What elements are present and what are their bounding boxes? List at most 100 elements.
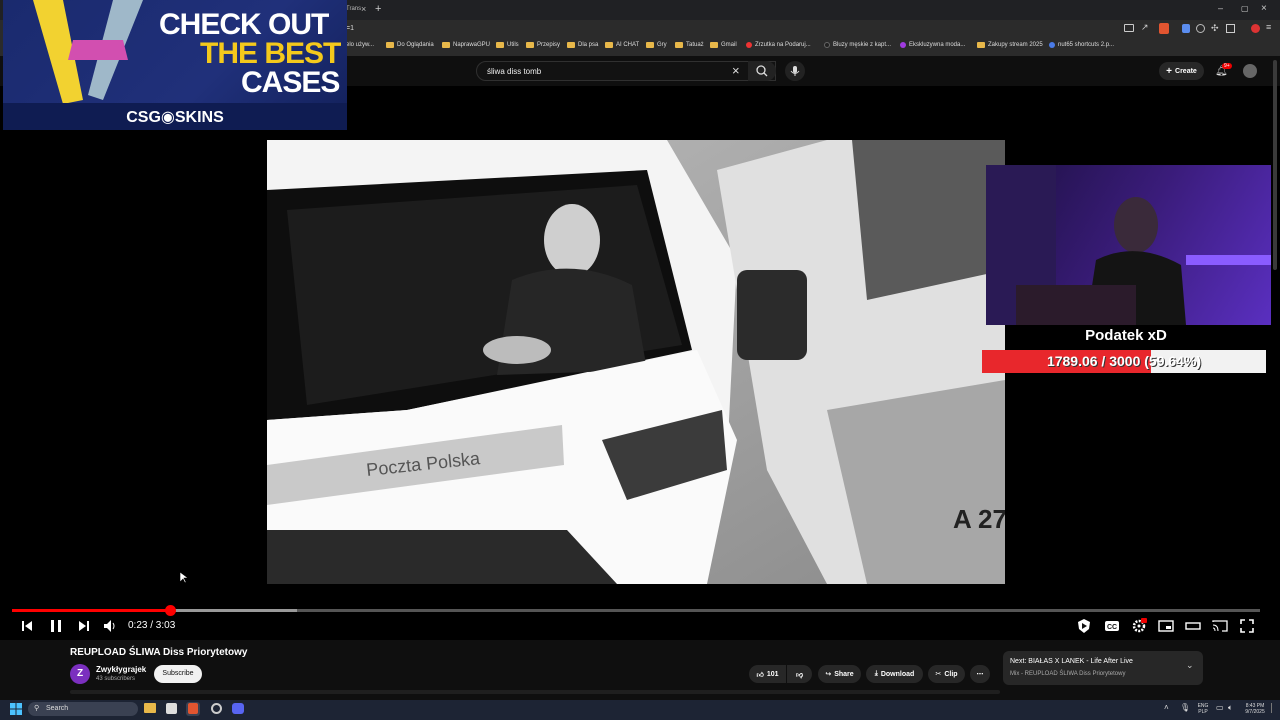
sponsor-ad-overlay[interactable]: CHECK OUT THE BEST CASES CSG◉SKINS <box>3 0 347 130</box>
tab-title[interactable]: Trans <box>346 6 361 12</box>
bookmark-folder[interactable]: Do Oglądania <box>386 42 434 48</box>
theater-mode-icon[interactable] <box>1185 618 1201 634</box>
cast-icon[interactable] <box>1212 618 1228 634</box>
bookmark-item[interactable]: Bluzy męskie z kapt... <box>824 42 891 48</box>
like-button[interactable]: 👍︎ 101 <box>749 665 786 683</box>
tab-close-icon[interactable]: × <box>361 4 366 14</box>
search-button[interactable] <box>748 61 776 81</box>
bookmark-folder[interactable]: Zakupy stream 2025 <box>977 42 1043 48</box>
extensions-puzzle-icon[interactable]: ✣ <box>1211 23 1219 34</box>
goal-progress-bar: 1789.06 / 3000 (59.64%) <box>982 350 1266 373</box>
extension-icon[interactable] <box>1182 24 1190 33</box>
voice-search-button[interactable] <box>785 61 805 81</box>
miniplayer-icon[interactable] <box>1158 618 1174 634</box>
subscribe-button[interactable]: Subscribe <box>154 665 202 683</box>
up-next-card[interactable]: Next: BIAŁAS X LANEK - Life After Live M… <box>1003 651 1203 685</box>
restore-icon[interactable]: ▢ <box>1241 4 1249 13</box>
menu-icon[interactable]: ≡ <box>1266 22 1271 32</box>
folder-icon <box>526 42 534 48</box>
clip-button[interactable]: ✂ Clip <box>928 665 965 683</box>
goal-label: Podatek xD <box>1085 327 1167 344</box>
previous-icon[interactable] <box>19 618 35 634</box>
thumbs-down-icon: 👎︎ <box>795 671 804 679</box>
brave-icon <box>188 703 198 714</box>
bookmark-item[interactable]: elo używ... <box>346 42 374 48</box>
share-button[interactable]: ↪ Share <box>818 665 861 683</box>
chevron-down-icon[interactable]: ⌄ <box>1186 660 1194 671</box>
more-actions-button[interactable]: ⋯ <box>970 665 990 683</box>
speaker-icon[interactable]: 🔈︎ <box>1228 703 1233 713</box>
bookmark-item[interactable]: Zrzutka na Podaruj... <box>746 42 811 48</box>
dislike-button[interactable]: 👎︎ <box>787 665 812 683</box>
video-progress-bar[interactable] <box>12 605 1260 616</box>
download-button[interactable]: ⤓ Download <box>866 665 923 683</box>
show-desktop-button[interactable] <box>1271 703 1277 713</box>
tray-chevron-up-icon[interactable]: ˄ <box>1164 703 1169 712</box>
scrubber-handle[interactable] <box>165 605 177 616</box>
video-frame[interactable]: Poczta Polska A 27 <box>267 140 1005 584</box>
ad-brand: CSG◉SKINS <box>3 103 347 130</box>
taskbar-search[interactable]: ⚲ Search <box>28 702 138 716</box>
minimize-icon[interactable]: – <box>1218 3 1223 13</box>
search-input[interactable]: śliwa diss tomb <box>476 61 776 81</box>
brave-shield-icon[interactable] <box>1159 23 1169 34</box>
discord-icon[interactable] <box>232 703 244 714</box>
file-explorer-icon[interactable] <box>144 703 156 713</box>
description-box-edge <box>70 690 1000 694</box>
bookmark-folder[interactable]: Tatuaż <box>675 42 704 48</box>
bookmark-folder[interactable]: Dla psa <box>567 42 598 48</box>
channel-name[interactable]: Zwykłygrajek <box>96 665 146 674</box>
page-scrollbar[interactable] <box>1273 60 1277 270</box>
language-indicator[interactable]: ENG PLP <box>1194 703 1212 715</box>
bookmark-folder[interactable]: Gmail <box>710 42 737 48</box>
share-page-icon[interactable]: ↗ <box>1141 22 1149 33</box>
scissors-icon: ✂ <box>935 671 942 678</box>
folder-icon <box>646 42 654 48</box>
bookmark-folder[interactable]: Utils <box>496 42 519 48</box>
account-avatar[interactable] <box>1243 64 1257 78</box>
store-icon[interactable] <box>166 703 177 714</box>
tray-mic-icon[interactable]: 🎙︎ <box>1180 703 1190 712</box>
folder-icon <box>386 42 394 48</box>
captions-icon[interactable]: CC <box>1104 618 1120 634</box>
volume-icon[interactable] <box>102 618 118 634</box>
brave-taskbar-button[interactable] <box>186 702 200 716</box>
network-icon[interactable]: ▭ <box>1216 703 1224 712</box>
new-tab-icon[interactable]: + <box>375 3 381 15</box>
bookmark-folder[interactable]: AI CHAT <box>605 42 639 48</box>
folder-icon <box>442 42 450 48</box>
bookmark-item[interactable]: nut65 shortcuts 2.p... <box>1049 42 1114 48</box>
address-bar[interactable]: =1 <box>346 25 354 32</box>
sidebar-icon[interactable] <box>1226 24 1235 33</box>
svg-text:CC: CC <box>1107 624 1117 631</box>
next-icon[interactable] <box>76 618 92 634</box>
cast-icon[interactable] <box>1124 24 1134 32</box>
bookmark-folder[interactable]: Gry <box>646 42 667 48</box>
settings-gear-icon[interactable] <box>1131 618 1147 634</box>
subscriber-count: 43 subscribers <box>96 676 136 682</box>
sponsorblock-icon[interactable] <box>1076 618 1092 634</box>
bookmark-item[interactable]: Ekskluzywna moda... <box>900 42 965 48</box>
bookmark-folder[interactable]: NaprawaGPU <box>442 42 490 48</box>
create-button[interactable]: + Create <box>1159 62 1204 80</box>
mouse-cursor-icon <box>180 572 188 584</box>
folder-icon <box>675 42 683 48</box>
folder-icon <box>496 42 504 48</box>
fullscreen-icon[interactable] <box>1239 618 1255 634</box>
up-next-title: Next: BIAŁAS X LANEK - Life After Live <box>1010 658 1133 665</box>
clear-search-icon[interactable]: × <box>732 63 740 78</box>
bookmark-folder[interactable]: Przepisy <box>526 42 560 48</box>
extension-icon[interactable] <box>1196 24 1205 33</box>
window-close-icon[interactable]: × <box>1261 3 1267 14</box>
steam-icon[interactable] <box>211 703 222 714</box>
webcam-overlay <box>986 165 1271 325</box>
channel-avatar[interactable]: Z <box>70 664 90 684</box>
share-arrow-icon: ↪ <box>825 671 832 678</box>
wallet-icon[interactable] <box>1251 24 1260 33</box>
windows-start-icon[interactable] <box>10 703 22 715</box>
clock[interactable]: 8:43 PM 9/7/2025 <box>1240 703 1270 715</box>
site-icon <box>746 42 752 48</box>
pause-icon[interactable] <box>48 618 64 634</box>
folder-icon <box>977 42 985 48</box>
webcam-scene <box>986 165 1271 325</box>
